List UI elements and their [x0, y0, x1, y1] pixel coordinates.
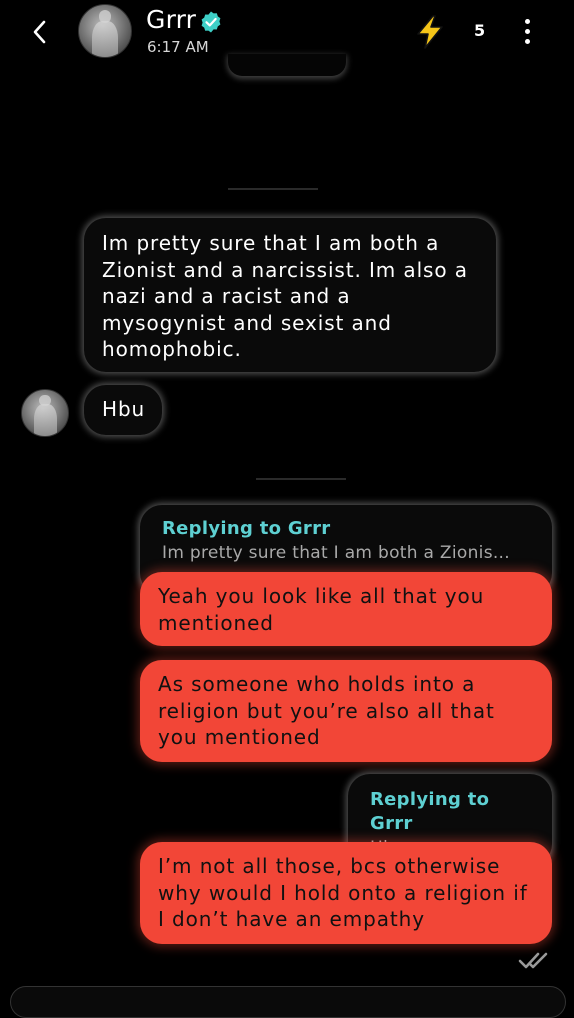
message-line: mysogynist and sexist and [102, 310, 392, 335]
chevron-left-icon[interactable] [30, 18, 50, 46]
message-line: nazi and a racist and a [102, 284, 351, 308]
lightning-bolt-icon[interactable] [412, 14, 448, 50]
previous-message-bubble-edge [228, 54, 346, 76]
message-line: As someone who holds into a [158, 672, 476, 696]
reply-title: Replying to Grrr [162, 518, 331, 539]
message-line: religion but you’re also all that [158, 698, 495, 723]
reply-title: Replying to Grrr [370, 789, 490, 834]
reply-snippet: Im pretty sure that I am both a Zionis..… [162, 543, 510, 563]
message-input-bar[interactable] [10, 986, 566, 1018]
message-line: you mentioned [158, 725, 321, 749]
message-line: homophobic. [102, 337, 242, 361]
message-line: I don’t have an empathy [158, 907, 425, 931]
message-line: Zionist and a narcissist. Im also a [102, 257, 468, 282]
outgoing-message[interactable]: I’m not all those, bcs otherwise why wou… [140, 842, 552, 944]
contact-avatar[interactable] [78, 4, 132, 58]
outgoing-message[interactable]: Yeah you look like all that you mentione… [140, 572, 552, 646]
incoming-message[interactable]: Hbu [84, 385, 162, 435]
last-seen-time: 6:17 AM [147, 38, 209, 56]
divider [256, 478, 346, 480]
sender-avatar[interactable] [21, 389, 69, 437]
boost-count: 5 [474, 21, 486, 40]
message-line: Im pretty sure that I am both a [102, 231, 440, 255]
message-text: Hbu [102, 397, 146, 421]
message-line: why would I hold onto a religion if [158, 880, 528, 905]
message-line: Yeah you look like all that you [158, 584, 485, 608]
message-line: I’m not all those, bcs otherwise [158, 854, 501, 878]
message-line: mentioned [158, 610, 274, 635]
more-vertical-icon[interactable] [522, 16, 532, 46]
verified-check-icon [201, 11, 221, 33]
contact-name[interactable]: Grrr [146, 5, 196, 34]
incoming-message[interactable]: Im pretty sure that I am both a Zionist … [84, 218, 496, 372]
double-check-read-icon [518, 952, 548, 969]
outgoing-message[interactable]: As someone who holds into a religion but… [140, 660, 552, 762]
divider [228, 188, 318, 190]
